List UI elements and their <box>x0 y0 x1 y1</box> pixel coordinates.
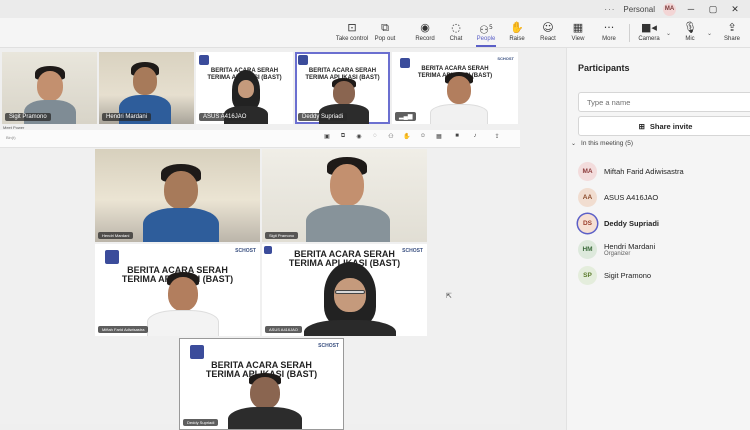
shared-tool-icon: ⇪ <box>494 134 500 140</box>
shared-tool-icon: ▣ <box>324 134 330 140</box>
avatar: MA <box>578 161 597 181</box>
shared-screen: Meet Power Bin(t) ▣ ⧉ ◉ ◌ ⚇ ✋ ☺ ▦ ■ ♪ ⇪ <box>0 124 520 430</box>
avatar: DS <box>578 213 597 233</box>
mic-button[interactable]: 🎙 Mic <box>673 21 707 42</box>
share-button[interactable]: ⇪ Share <box>715 21 749 42</box>
participant-list: MA Miftah Farid Adiwisastra AA ASUS A416… <box>578 158 748 288</box>
participant-search-input[interactable]: Type a name <box>578 92 750 112</box>
shared-tool-icon: ✋ <box>403 134 411 140</box>
video-tile-asus[interactable]: BERITA ACARA SERAHTERIMA APLIKASI (BAST)… <box>196 52 293 124</box>
video-tile-hendri[interactable]: Hendri Mardani <box>99 52 194 124</box>
slide-logo <box>298 55 308 65</box>
shared-tile-asus: SCHOST BERITA ACARA SERAHTERIMA APLIKASI… <box>262 244 427 336</box>
pop-out-button[interactable]: ⧉ Pop out <box>368 21 402 42</box>
list-item[interactable]: AA ASUS A416JAO <box>578 184 748 210</box>
shared-tool-icon: ◉ <box>356 134 362 140</box>
shared-tile-miftah: SCHOST BERITA ACARA SERAHTERIMA APLIKASI… <box>95 244 260 336</box>
avatar[interactable]: MA <box>663 2 676 16</box>
panel-title: Participants <box>578 63 630 73</box>
record-button[interactable]: ◉ Record <box>408 21 442 42</box>
chat-icon: ◌ <box>451 21 461 34</box>
avatar: AA <box>578 187 597 207</box>
mic-options-chevron-icon[interactable]: ⌄ <box>707 30 712 37</box>
minimize-icon[interactable]: ─ <box>684 4 698 14</box>
video-tile-sigit[interactable]: Sigit Pramono <box>2 52 97 124</box>
take-control-icon: ⊡ <box>347 21 357 34</box>
mic-muted-icon: 🎙 <box>683 21 697 34</box>
teams-meeting-window: ··· Personal MA ─ ▢ ✕ ⊡ Take control ⧉ P… <box>0 0 750 430</box>
chevron-down-icon: ⌄ <box>571 141 577 147</box>
list-item[interactable]: HM Hendri Mardani Organizer <box>578 236 748 262</box>
hand-icon: ✋ <box>510 21 524 34</box>
shared-tool-icon: ■ <box>455 133 459 139</box>
smiley-icon: ☺ <box>542 21 554 34</box>
people-button[interactable]: ⚇5 People <box>469 21 503 47</box>
share-tray-icon: ⇪ <box>727 21 737 34</box>
more-dots-icon: ··· <box>603 21 615 34</box>
video-tile-miftah[interactable]: SCHOST BERITA ACARA SERAHTERIMA APLIKASI… <box>392 52 518 124</box>
title-bar: ··· Personal MA ─ ▢ ✕ <box>0 0 750 18</box>
pop-out-icon: ⧉ <box>381 21 389 34</box>
divider <box>629 24 630 42</box>
raise-hand-button[interactable]: ✋ Raise <box>500 21 534 42</box>
shared-tile-hendri: Hendri Mardani <box>95 149 260 242</box>
shared-tool-icon: ⧉ <box>340 133 346 139</box>
profile-label[interactable]: Personal <box>623 5 655 14</box>
grid-icon: ▦ <box>572 21 584 34</box>
shared-tool-icon: ⚇ <box>388 134 394 140</box>
chat-button[interactable]: ◌ Chat <box>439 21 473 42</box>
avatar: HM <box>578 239 597 259</box>
shared-tool-icon: ▦ <box>436 134 442 140</box>
view-button[interactable]: ▦ View <box>561 21 595 42</box>
participants-panel: Participants Type a name ⊞ Share invite … <box>566 48 750 430</box>
in-meeting-section-header[interactable]: ⌄ In this meeting (5) <box>571 140 633 147</box>
signal-icon: ▂▄▆ <box>395 112 417 121</box>
share-invite-icon: ⊞ <box>638 121 645 131</box>
more-button[interactable]: ··· More <box>592 21 626 42</box>
avatar: SP <box>578 265 597 285</box>
shared-tile-deddy: SCHOST BERITA ACARA SERAHTERIMA APLIKASI… <box>179 338 344 430</box>
close-icon[interactable]: ✕ <box>728 4 742 15</box>
shared-search: Bin(t) <box>6 135 16 140</box>
shared-tile-sigit: Sigit Pramono <box>262 149 427 242</box>
shared-toolbar: Bin(t) ▣ ⧉ ◉ ◌ ⚇ ✋ ☺ ▦ ■ ♪ ⇪ <box>0 130 520 148</box>
camera-button[interactable]: ■◂ Camera <box>632 21 666 42</box>
camera-options-chevron-icon[interactable]: ⌄ <box>666 30 671 37</box>
shared-tool-icon: ◌ <box>373 133 377 139</box>
list-item[interactable]: MA Miftah Farid Adiwisastra <box>578 158 748 184</box>
maximize-icon[interactable]: ▢ <box>706 4 720 15</box>
record-icon: ◉ <box>420 21 430 34</box>
shared-tool-icon: ♪ <box>473 133 477 139</box>
list-item[interactable]: DS Deddy Supriadi <box>578 210 748 236</box>
video-stage: Sigit Pramono Hendri Mardani BERITA ACAR… <box>0 48 566 430</box>
video-tile-deddy[interactable]: BERITA ACARA SERAHTERIMA APLIKASI (BAST)… <box>295 52 390 124</box>
list-item[interactable]: SP Sigit Pramono <box>578 262 748 288</box>
more-options-icon[interactable]: ··· <box>604 5 615 14</box>
camera-icon: ■◂ <box>641 21 657 34</box>
meeting-toolbar: ⊡ Take control ⧉ Pop out ◉ Record ◌ Chat… <box>0 18 750 48</box>
slide-logo <box>199 55 209 65</box>
shared-tool-icon: ☺ <box>419 133 427 139</box>
mouse-cursor-icon: ⇱ <box>446 293 452 300</box>
react-button[interactable]: ☺ React <box>531 21 565 42</box>
take-control-button[interactable]: ⊡ Take control <box>335 21 369 42</box>
share-invite-button[interactable]: ⊞ Share invite <box>578 116 750 136</box>
people-icon: ⚇5 <box>479 23 493 37</box>
